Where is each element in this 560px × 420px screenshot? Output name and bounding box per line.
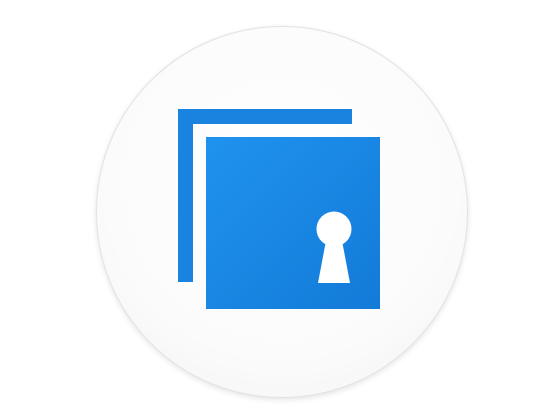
app-icon-canvas — [0, 0, 560, 420]
front-sheet-shape — [206, 137, 380, 309]
secure-folder-lock-icon — [178, 109, 380, 309]
